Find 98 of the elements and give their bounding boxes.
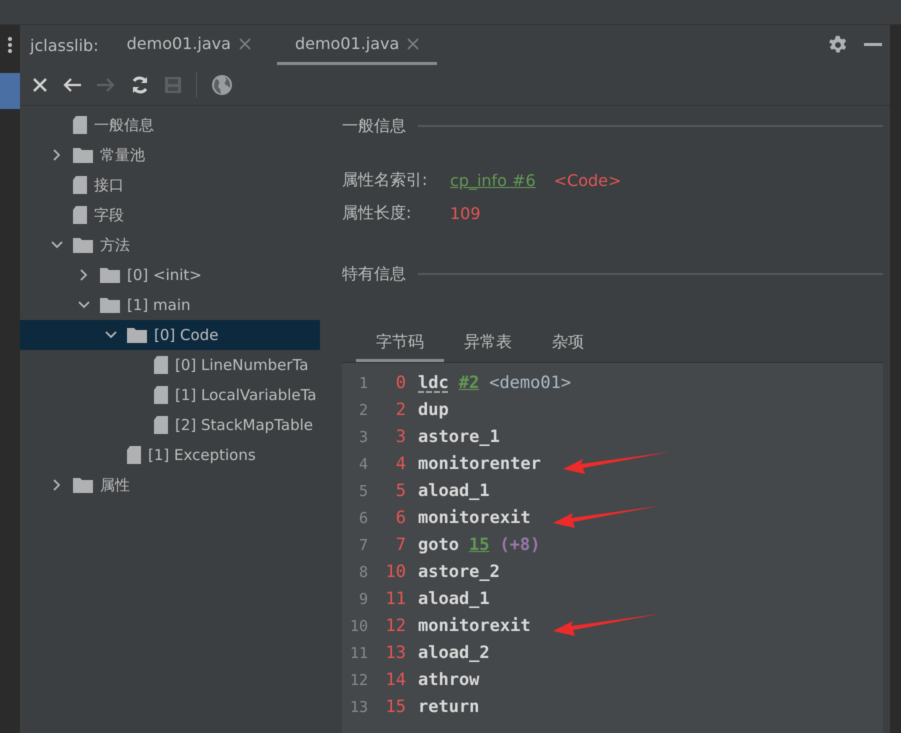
line-number: 1 [358, 374, 368, 392]
file-icon [153, 385, 169, 405]
tree-item[interactable]: [1] Exceptions [20, 440, 320, 470]
line-number: 6 [358, 508, 368, 526]
bytecode-offset: 6 [394, 508, 406, 528]
minimize-icon[interactable] [864, 43, 882, 47]
tree-item[interactable]: 常量池 [20, 140, 320, 170]
tree-item[interactable]: [1] main [20, 290, 320, 320]
line-number: 2 [358, 400, 368, 418]
folder-icon [99, 296, 121, 314]
file-icon [153, 355, 169, 375]
tree-label: [1] Exceptions [148, 446, 256, 464]
section-heading: 特有信息 [342, 264, 406, 284]
opcode: aload_1 [418, 480, 490, 500]
opcode: ldc [418, 372, 449, 392]
back-arrow-icon[interactable] [62, 77, 82, 93]
tree-label: 接口 [94, 176, 124, 194]
tab[interactable]: 杂项 [532, 324, 604, 362]
folder-icon [126, 326, 148, 344]
tree-item[interactable]: 方法 [20, 230, 320, 260]
opcode: athrow [418, 670, 480, 690]
field-value: <Code> [554, 171, 622, 190]
settings-icon[interactable] [828, 35, 848, 55]
tree-item[interactable]: [2] StackMapTable [20, 410, 320, 440]
tab[interactable]: 异常表 [444, 324, 532, 362]
line-number: 4 [358, 454, 368, 472]
opcode: astore_1 [418, 426, 500, 446]
line-number: 10 [348, 616, 368, 634]
tree-item[interactable]: 字段 [20, 200, 320, 230]
constant-pool-link[interactable]: cp_info #6 [450, 171, 536, 190]
opcode: astore_2 [418, 562, 500, 582]
bytecode-offset: 12 [384, 616, 406, 636]
field-value: 109 [450, 204, 481, 223]
tree-label: 属性 [100, 476, 130, 494]
opcode: aload_2 [418, 642, 490, 662]
line-number: 12 [348, 670, 368, 688]
comment-text: <demo01> [489, 372, 572, 392]
tree-label: 一般信息 [94, 116, 154, 134]
opcode: goto [418, 534, 459, 554]
folder-icon [72, 476, 94, 494]
file-tab[interactable]: demo01.java [276, 25, 438, 65]
tree-label: [2] StackMapTable [175, 416, 313, 434]
opcode: dup [418, 400, 449, 420]
tree-item[interactable]: [0] <init> [20, 260, 320, 290]
line-number: 11 [348, 644, 368, 662]
refresh-icon[interactable] [130, 75, 150, 95]
tree-item[interactable]: [1] LocalVariableTa [20, 380, 320, 410]
tree-item[interactable]: [0] LineNumberTa [20, 350, 320, 380]
opcode: monitorexit [418, 508, 531, 528]
bytecode-offset: 15 [384, 696, 406, 716]
menu-icon[interactable] [7, 37, 13, 53]
bytecode-offset: 7 [394, 534, 406, 554]
bytecode-offset: 14 [384, 670, 406, 690]
line-number: 7 [358, 536, 368, 554]
bytecode-offset: 4 [394, 454, 406, 474]
line-number: 13 [348, 698, 368, 716]
bytecode-offset: 10 [384, 562, 406, 582]
tree-label: [1] LocalVariableTa [175, 386, 316, 404]
file-icon [72, 115, 88, 135]
tree-label: 字段 [94, 206, 124, 224]
opcode: monitorexit [418, 616, 531, 636]
file-icon [72, 175, 88, 195]
bytecode-offset: 11 [384, 588, 406, 608]
tree-label: 方法 [100, 236, 130, 254]
bytecode-offset: 0 [394, 372, 406, 392]
opcode: aload_1 [418, 588, 490, 608]
section-heading: 一般信息 [342, 116, 406, 136]
folder-icon [99, 266, 121, 284]
offset-delta: (+8) [499, 534, 540, 554]
opcode: monitorenter [418, 454, 541, 474]
tree-label: [0] <init> [127, 266, 202, 284]
tree-label: 常量池 [100, 146, 145, 164]
file-icon [153, 415, 169, 435]
line-number: 5 [358, 482, 368, 500]
bytecode-offset: 3 [394, 426, 406, 446]
bytecode-offset: 2 [394, 400, 406, 420]
folder-icon [72, 146, 94, 164]
tree-item[interactable]: 一般信息 [20, 110, 320, 140]
field-label: 属性名索引: [342, 170, 428, 191]
opcode: return [418, 696, 480, 716]
tool-window-title: jclasslib: [30, 34, 99, 56]
globe-icon[interactable] [211, 74, 233, 96]
line-number: 3 [358, 428, 368, 446]
tree-item[interactable]: 属性 [20, 470, 320, 500]
tree-item[interactable]: 接口 [20, 170, 320, 200]
file-tab[interactable]: demo01.java [126, 25, 269, 65]
tree-item[interactable]: [0] Code [20, 320, 320, 350]
folder-icon [72, 236, 94, 254]
bytecode-offset: 13 [384, 642, 406, 662]
line-number: 9 [358, 590, 368, 608]
field-label: 属性长度: [342, 203, 412, 224]
tree-label: [0] Code [154, 326, 218, 344]
tree-label: [1] main [127, 296, 190, 314]
file-icon [72, 205, 88, 225]
line-number: 8 [358, 562, 368, 580]
tree-label: [0] LineNumberTa [175, 356, 308, 374]
bytecode-offset: 5 [394, 480, 406, 500]
file-icon [126, 445, 142, 465]
